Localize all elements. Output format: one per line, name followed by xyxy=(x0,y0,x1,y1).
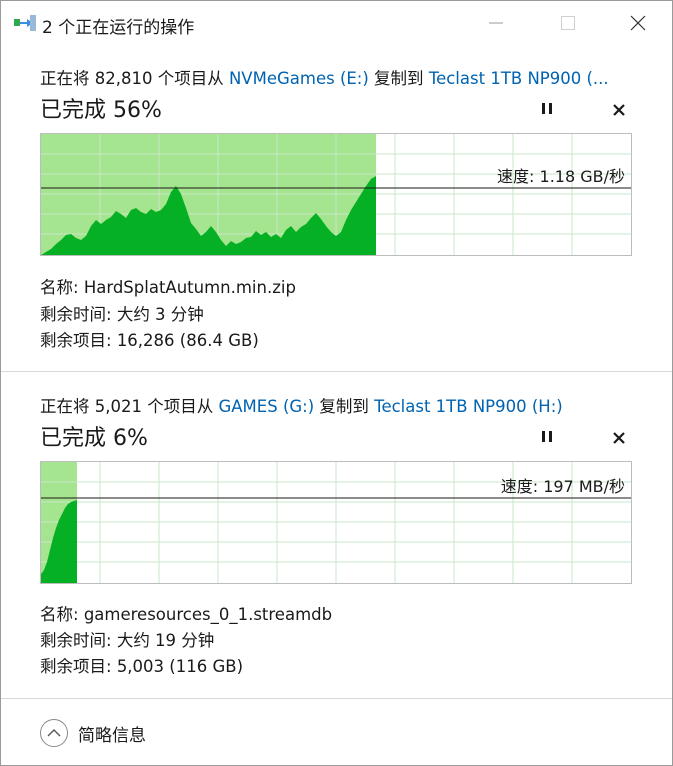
time-value: 大约 19 分钟 xyxy=(116,631,215,650)
cancel-button[interactable] xyxy=(607,426,631,450)
items-value: 16,286 (86.4 GB) xyxy=(116,331,259,350)
operation-description: 正在将 5,021 个项目从 GAMES (G:) 复制到 Teclast 1T… xyxy=(40,393,635,417)
source-link[interactable]: GAMES (G:) xyxy=(218,397,314,416)
description-prefix: 正在将 82,810 个项目从 xyxy=(40,69,229,88)
cancel-icon xyxy=(613,432,625,444)
copy-operation-2: 正在将 5,021 个项目从 GAMES (G:) 复制到 Teclast 1T… xyxy=(1,373,672,698)
destination-link[interactable]: Teclast 1TB NP900 (... xyxy=(429,69,609,88)
items-remaining-row: 剩余项目: 5,003 (116 GB) xyxy=(40,653,243,677)
maximize-button[interactable] xyxy=(545,1,591,45)
time-label: 剩余时间: xyxy=(40,305,112,324)
close-icon xyxy=(630,15,646,31)
source-link[interactable]: NVMeGames (E:) xyxy=(229,69,369,88)
operation-divider xyxy=(1,371,672,372)
items-label: 剩余项目: xyxy=(40,657,112,676)
time-remaining-row: 剩余时间: 大约 19 分钟 xyxy=(40,627,214,651)
name-label: 名称: xyxy=(40,605,79,624)
percent-complete: 已完成 56% xyxy=(40,98,162,123)
window-title: 2 个正在运行的操作 xyxy=(42,18,195,38)
chevron-up-icon xyxy=(47,729,61,737)
maximize-icon xyxy=(561,16,575,30)
name-label: 名称: xyxy=(40,278,79,297)
items-value: 5,003 (116 GB) xyxy=(116,657,244,676)
speed-graph: 速度: 197 MB/秒 xyxy=(40,461,632,584)
fewer-details-button[interactable] xyxy=(40,719,68,747)
operation-description: 正在将 82,810 个项目从 NVMeGames (E:) 复制到 Tecla… xyxy=(40,65,635,89)
cancel-icon xyxy=(613,104,625,116)
items-label: 剩余项目: xyxy=(40,331,112,350)
time-label: 剩余时间: xyxy=(40,631,112,650)
description-prefix: 正在将 5,021 个项目从 xyxy=(40,397,219,416)
minimize-button[interactable] xyxy=(473,1,519,45)
cancel-button[interactable] xyxy=(607,98,631,122)
name-value: gameresources_0_1.streamdb xyxy=(83,605,333,624)
minimize-icon xyxy=(489,22,503,24)
pause-button[interactable] xyxy=(535,426,559,450)
destination-link[interactable]: Teclast 1TB NP900 (H:) xyxy=(374,397,563,416)
items-remaining-row: 剩余项目: 16,286 (86.4 GB) xyxy=(40,327,259,351)
time-value: 大约 3 分钟 xyxy=(116,305,204,324)
description-middle: 复制到 xyxy=(368,69,429,88)
close-button[interactable] xyxy=(615,1,661,45)
description-middle: 复制到 xyxy=(314,397,375,416)
fewer-details-label[interactable]: 简略信息 xyxy=(78,721,146,746)
title-bar: 2 个正在运行的操作 xyxy=(1,1,672,45)
file-name-row: 名称: gameresources_0_1.streamdb xyxy=(40,601,332,625)
footer: 简略信息 xyxy=(1,699,672,765)
speed-label: 速度: 1.18 GB/秒 xyxy=(497,167,625,186)
percent-complete: 已完成 6% xyxy=(40,426,148,451)
time-remaining-row: 剩余时间: 大约 3 分钟 xyxy=(40,301,204,325)
name-value: HardSplatAutumn.min.zip xyxy=(83,278,296,297)
file-name-row: 名称: HardSplatAutumn.min.zip xyxy=(40,274,296,298)
speed-label: 速度: 197 MB/秒 xyxy=(500,477,625,496)
copy-operation-1: 正在将 82,810 个项目从 NVMeGames (E:) 复制到 Tecla… xyxy=(1,45,672,371)
pause-button[interactable] xyxy=(535,98,559,122)
speed-graph: 速度: 1.18 GB/秒 xyxy=(40,133,632,256)
copy-progress-icon xyxy=(14,15,36,31)
